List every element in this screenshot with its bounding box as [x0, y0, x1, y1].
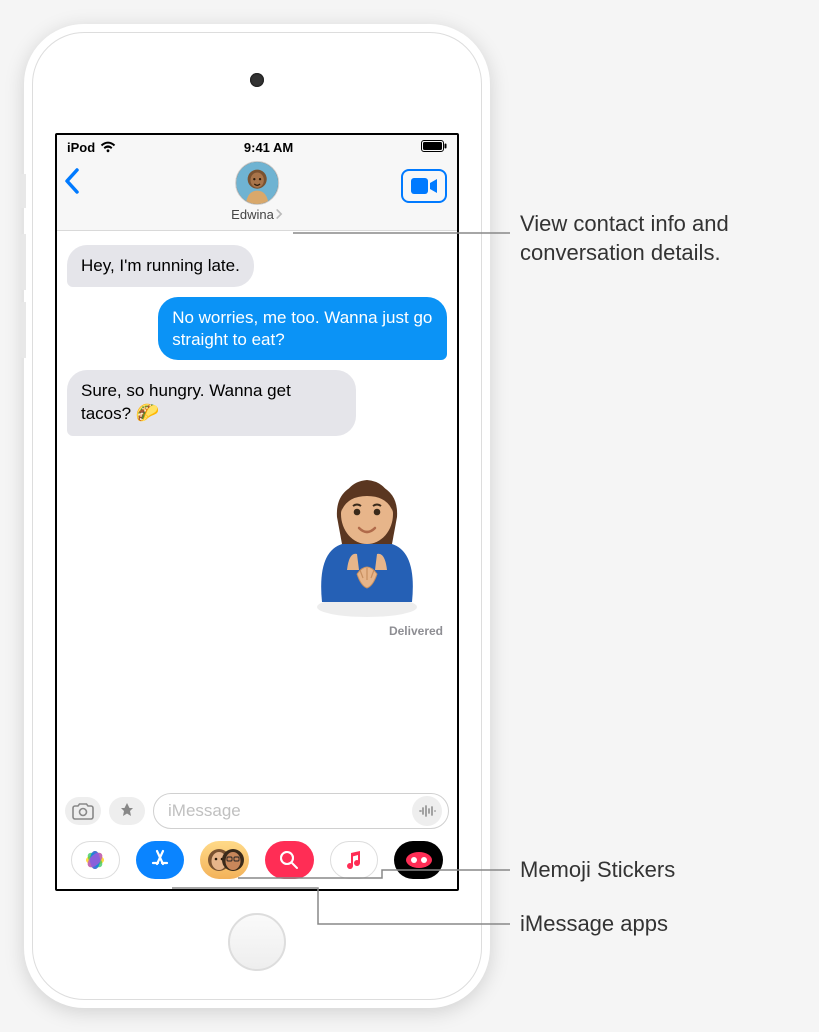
- callout-imessage-apps: iMessage apps: [520, 910, 668, 939]
- imessage-app-store-icon[interactable]: [136, 841, 185, 879]
- video-icon: [410, 177, 438, 195]
- callout-memoji-stickers: Memoji Stickers: [520, 856, 675, 885]
- message-input[interactable]: iMessage: [153, 793, 449, 829]
- imessage-app-drawer[interactable]: [57, 835, 457, 889]
- apple-music-app-icon[interactable]: [330, 841, 379, 879]
- message-text: Sure, so hungry. Wanna get tacos?: [81, 381, 291, 423]
- photos-app-icon[interactable]: [71, 841, 120, 879]
- clock-label: 9:41 AM: [244, 140, 293, 155]
- audio-message-button[interactable]: [412, 796, 442, 826]
- volume-up-button[interactable]: [20, 234, 26, 290]
- back-button[interactable]: [63, 167, 81, 200]
- game-app-icon[interactable]: [394, 841, 443, 879]
- wifi-icon: [100, 141, 116, 153]
- contact-name-label: Edwina: [231, 207, 274, 222]
- memoji-stickers-app-icon[interactable]: [200, 841, 249, 879]
- message-placeholder: iMessage: [168, 801, 412, 821]
- sent-message[interactable]: No worries, me too. Wanna just go straig…: [158, 297, 447, 361]
- received-message[interactable]: Sure, so hungry. Wanna get tacos? 🌮: [67, 370, 356, 436]
- screen: iPod 9:41 AM: [55, 133, 459, 891]
- camera-button[interactable]: [65, 797, 101, 825]
- chevron-right-icon: [276, 208, 283, 222]
- taco-emoji: 🌮: [136, 403, 160, 424]
- contact-info-button[interactable]: Edwina: [231, 161, 283, 222]
- received-message[interactable]: Hey, I'm running late.: [67, 245, 254, 287]
- images-search-app-icon[interactable]: [265, 841, 314, 879]
- device-bezel: iPod 9:41 AM: [32, 32, 482, 1000]
- contact-avatar: [235, 161, 279, 205]
- volume-down-button[interactable]: [20, 302, 26, 358]
- app-store-icon: [117, 801, 137, 821]
- ipod-device-frame: iPod 9:41 AM: [24, 24, 490, 1008]
- facetime-video-button[interactable]: [401, 169, 447, 203]
- camera-icon: [72, 802, 94, 820]
- app-store-drawer-button[interactable]: [109, 797, 145, 825]
- battery-icon: [421, 140, 447, 155]
- sent-memoji-sticker[interactable]: [287, 452, 447, 622]
- waveform-icon: [418, 804, 436, 818]
- conversation-thread[interactable]: Hey, I'm running late. No worries, me to…: [57, 231, 457, 787]
- message-composer: iMessage: [57, 787, 457, 835]
- home-button[interactable]: [228, 913, 286, 971]
- conversation-header: Edwina: [57, 159, 457, 231]
- delivery-status: Delivered: [67, 624, 447, 638]
- front-camera: [250, 73, 264, 87]
- callout-contact-info: View contact info and conversation detai…: [520, 210, 729, 267]
- status-bar: iPod 9:41 AM: [57, 135, 457, 159]
- carrier-label: iPod: [67, 140, 95, 155]
- mute-switch[interactable]: [20, 174, 26, 208]
